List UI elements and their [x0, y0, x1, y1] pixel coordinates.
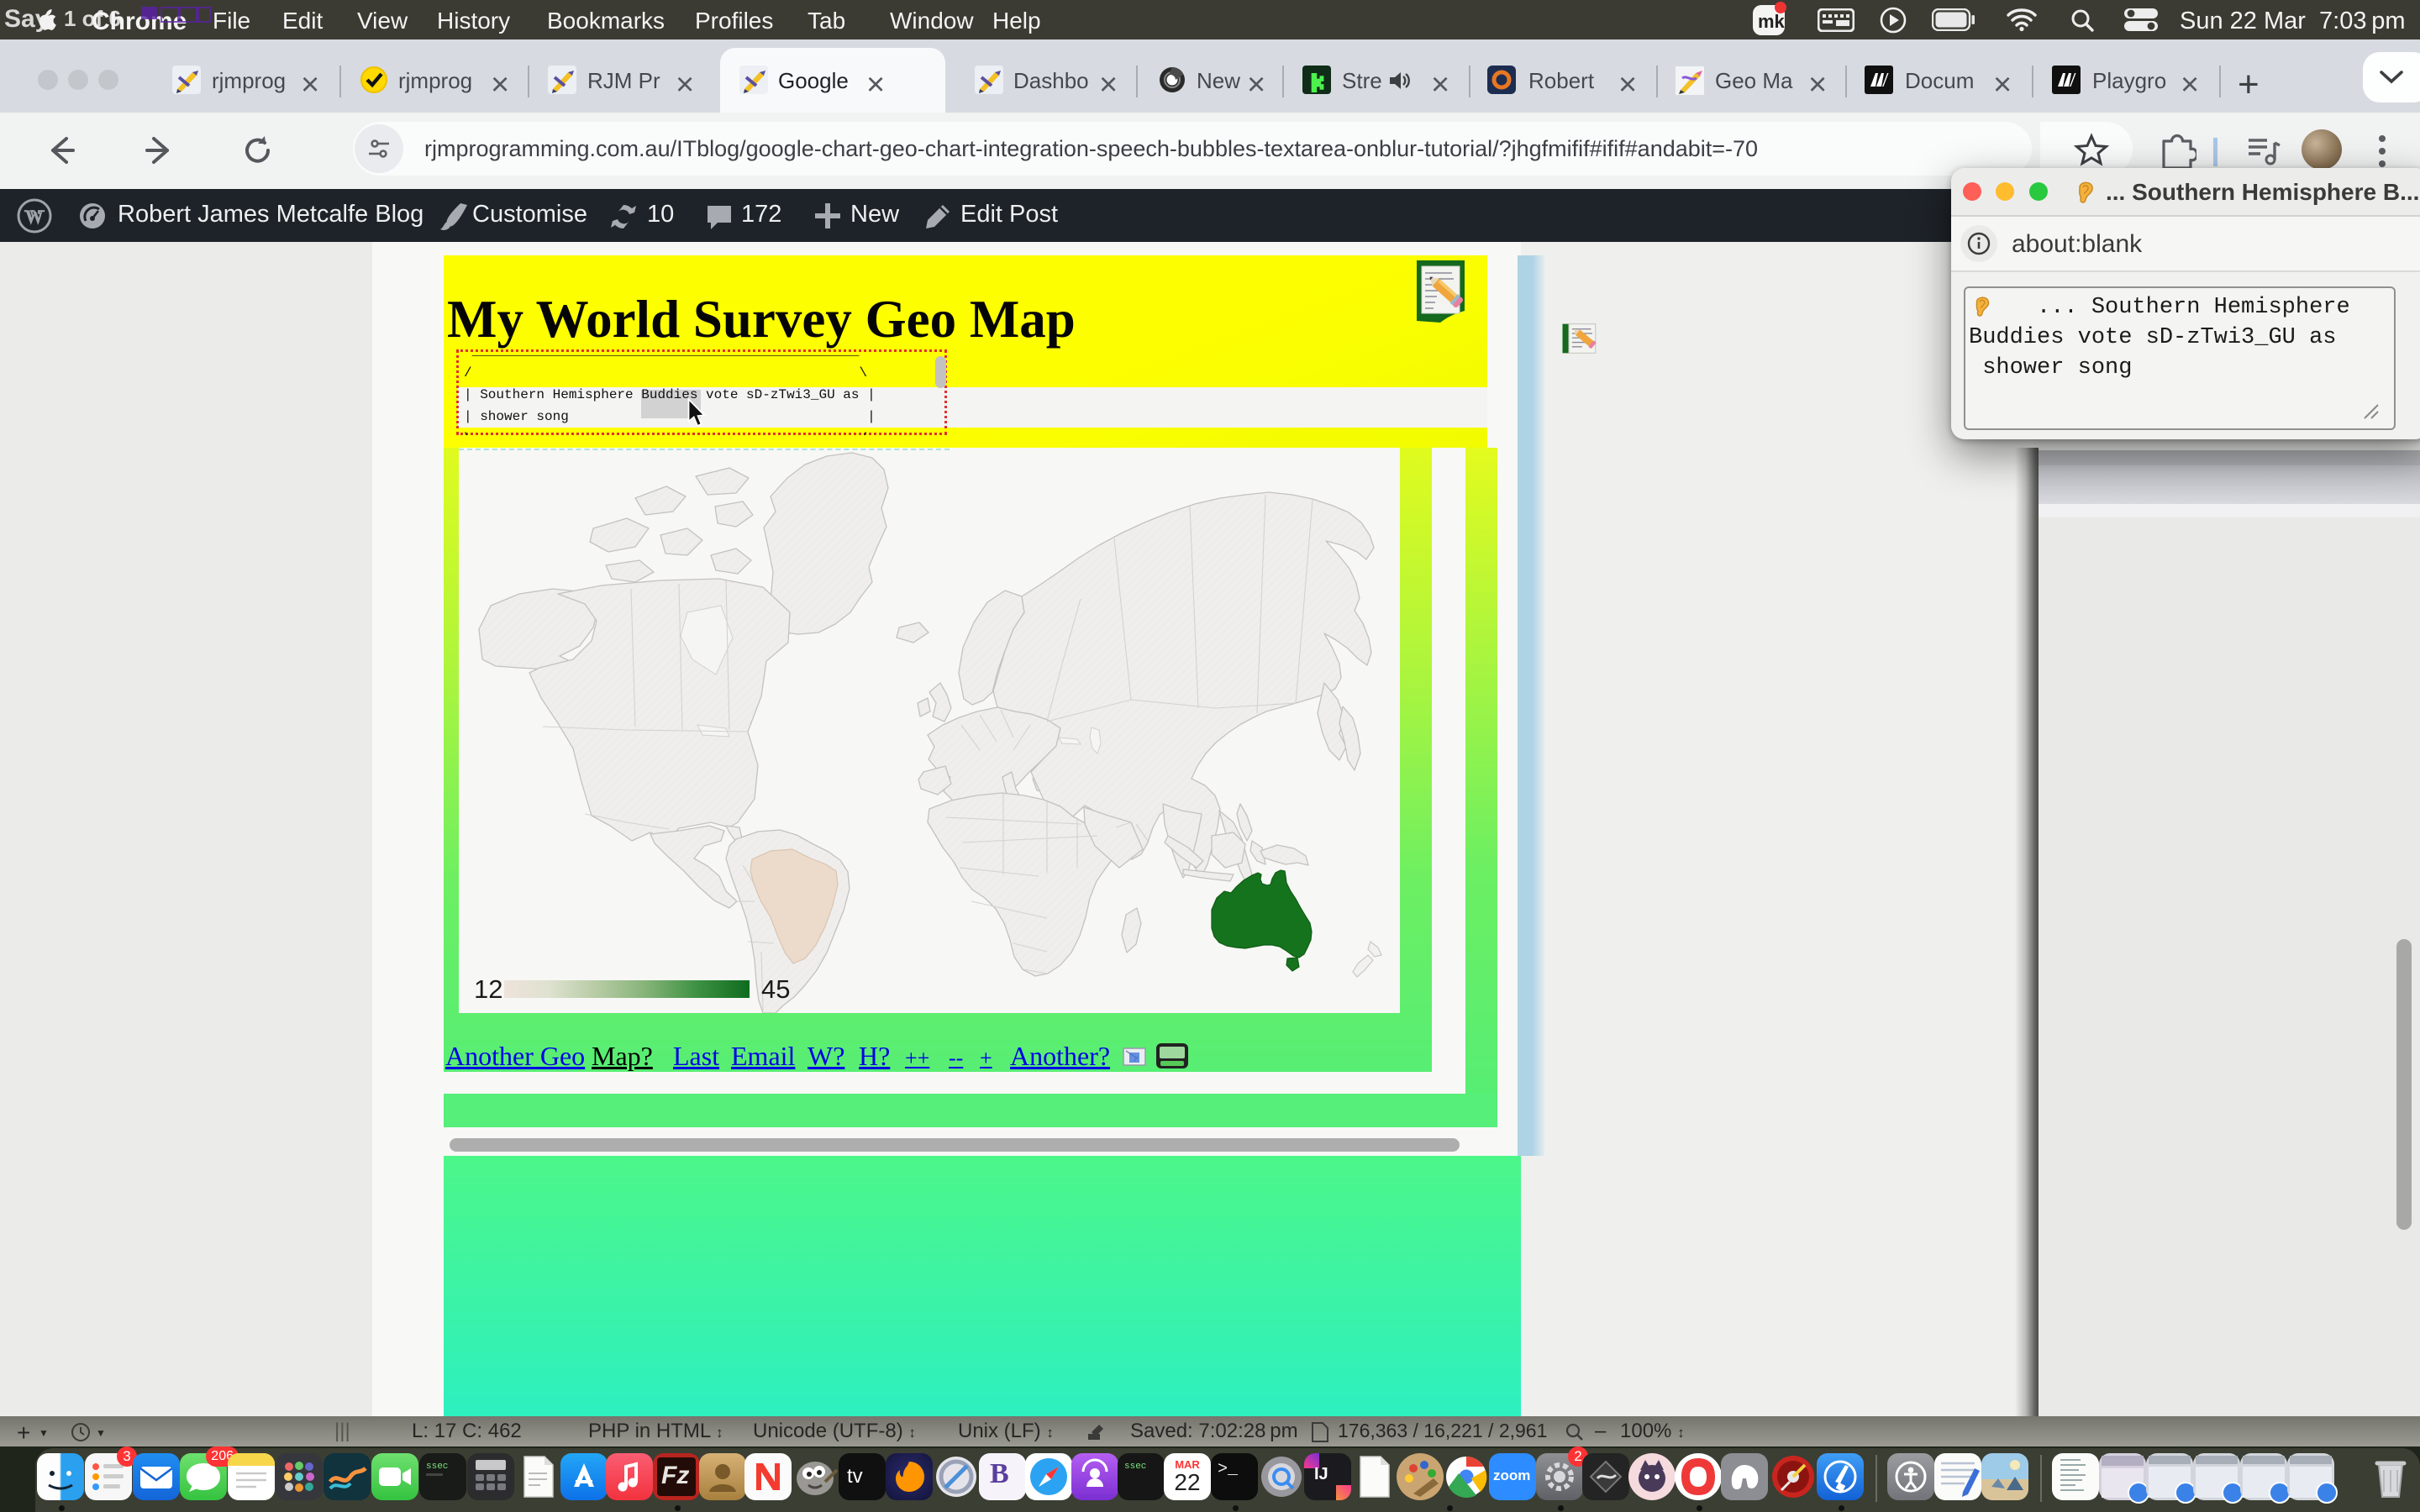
- svg-text:W: W: [25, 206, 44, 227]
- svg-text:12: 12: [474, 974, 502, 1004]
- svg-text:ssec: ssec: [1124, 1462, 1146, 1472]
- svg-text:ssec: ssec: [426, 1462, 448, 1472]
- svg-text:45: 45: [761, 974, 790, 1004]
